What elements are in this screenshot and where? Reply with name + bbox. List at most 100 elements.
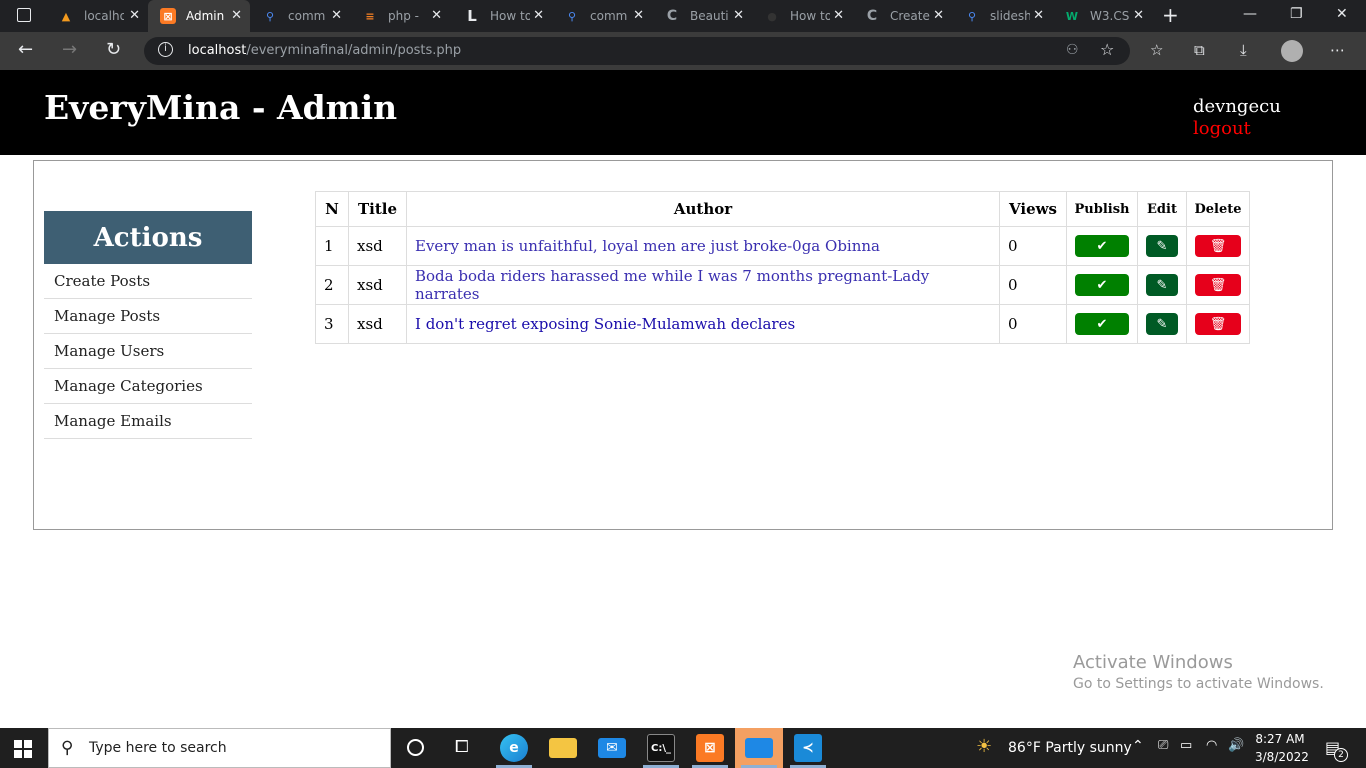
windows-start-icon[interactable] (14, 740, 32, 758)
delete-button[interactable]: 🗑 (1195, 313, 1241, 335)
notification-badge: 2 (1334, 748, 1348, 762)
actions-heading: Actions (44, 211, 252, 264)
watermark-title: Activate Windows (1073, 652, 1233, 673)
weather-icon[interactable]: ☀ (976, 736, 992, 757)
delete-button[interactable]: 🗑 (1195, 235, 1241, 257)
pencil-icon: ✎ (1156, 277, 1168, 293)
favorites-icon[interactable]: ☆ (1150, 41, 1163, 59)
chevron-up-icon[interactable]: ⌃ (1132, 738, 1144, 754)
site-info-icon[interactable]: i (158, 42, 173, 57)
task-view-icon[interactable]: ⧠ (455, 737, 469, 757)
c-icon: C (866, 8, 878, 24)
new-tab-icon[interactable]: + (1162, 3, 1179, 27)
check-icon: ✔ (1096, 316, 1108, 332)
close-icon[interactable]: ✕ (231, 8, 242, 23)
close-icon[interactable]: ✕ (331, 8, 342, 23)
username: devngecu (1193, 96, 1281, 117)
col-title: Title (348, 191, 407, 227)
publish-button[interactable]: ✔ (1075, 274, 1129, 296)
reload-icon[interactable]: ↻ (106, 40, 121, 60)
back-icon[interactable]: ← (18, 40, 33, 60)
sidebar-item-create-posts[interactable]: Create Posts (44, 264, 252, 299)
post-link[interactable]: I don't regret exposing Sonie-Mulamwah d… (415, 315, 795, 333)
file-explorer-app[interactable] (539, 728, 587, 768)
tab-actions-icon[interactable] (17, 8, 31, 22)
sidebar-item-manage-categories[interactable]: Manage Categories (44, 369, 252, 404)
close-icon[interactable]: ✕ (533, 8, 544, 23)
row-number: 3 (315, 304, 349, 344)
translate-icon[interactable]: ⚇ (1066, 42, 1079, 58)
mail-app[interactable]: ✉ (588, 728, 636, 768)
terminal-app[interactable]: C:\_ (637, 728, 685, 768)
publish-button[interactable]: ✔ (1075, 235, 1129, 257)
taskbar-search[interactable]: ⚲ Type here to search (48, 728, 391, 768)
weather-text[interactable]: 86°F Partly sunny (1008, 740, 1132, 756)
delete-button[interactable]: 🗑 (1195, 274, 1241, 296)
tab-how-to-1[interactable]: L How to ✕ (452, 0, 552, 32)
clock[interactable]: 8:27 AM 3/8/2022 (1255, 730, 1309, 766)
close-window-icon[interactable]: ✕ (1336, 6, 1348, 22)
page-title: EveryMina - Admin (44, 88, 398, 127)
close-icon[interactable]: ✕ (733, 8, 744, 23)
table-row: 3 xsd I don't regret exposing Sonie-Mula… (315, 304, 1250, 344)
close-icon[interactable]: ✕ (1133, 8, 1144, 23)
post-link[interactable]: Every man is unfaithful, loyal men are j… (415, 237, 880, 255)
close-icon[interactable]: ✕ (933, 8, 944, 23)
edge-icon: e (500, 734, 528, 762)
battery-icon[interactable]: ▭ (1180, 738, 1192, 753)
trash-icon: 🗑 (1209, 277, 1227, 293)
edge-app[interactable]: e (490, 728, 538, 768)
col-publish: Publish (1066, 191, 1138, 227)
close-icon[interactable]: ✕ (633, 8, 644, 23)
tab-beauti[interactable]: C Beauti ✕ (652, 0, 752, 32)
meet-now-icon[interactable]: ⎚ (1158, 738, 1168, 753)
posts-table: N Title Author Views Publish Edit Delete… (315, 191, 1250, 344)
cortana-icon[interactable] (407, 739, 424, 756)
close-icon[interactable]: ✕ (1033, 8, 1044, 23)
collections-icon[interactable]: ⧉ (1194, 41, 1205, 59)
table-row: 1 xsd Every man is unfaithful, loyal men… (315, 226, 1250, 266)
forward-icon[interactable]: → (62, 40, 77, 60)
tab-how-to-2[interactable]: ● How to ✕ (752, 0, 852, 32)
tab-php[interactable]: ≡ php - ✕ (350, 0, 450, 32)
xampp-icon: ⊠ (696, 734, 724, 762)
add-favorite-icon[interactable]: ☆ (1100, 40, 1114, 59)
publish-button[interactable]: ✔ (1075, 313, 1129, 335)
xampp-app[interactable]: ⊠ (686, 728, 734, 768)
logout-link[interactable]: logout (1193, 118, 1251, 139)
vscode-app[interactable]: ≺ (784, 728, 832, 768)
profile-avatar[interactable] (1281, 40, 1303, 62)
minimize-icon[interactable]: — (1243, 6, 1257, 22)
sidebar-item-manage-emails[interactable]: Manage Emails (44, 404, 252, 439)
table-row: 2 xsd Boda boda riders harassed me while… (315, 265, 1250, 305)
check-icon: ✔ (1096, 277, 1108, 293)
edit-button[interactable]: ✎ (1146, 274, 1178, 296)
edit-button[interactable]: ✎ (1146, 235, 1178, 257)
tab-create[interactable]: C Create ✕ (852, 0, 952, 32)
more-options-icon[interactable]: ⋯ (1330, 41, 1345, 59)
tab-w3[interactable]: W W3.CS ✕ (1052, 0, 1152, 32)
restore-icon[interactable]: ❐ (1290, 6, 1303, 22)
tab-localhost[interactable]: ▲ localhost ✕ (46, 0, 148, 32)
sidebar-item-manage-users[interactable]: Manage Users (44, 334, 252, 369)
photos-app[interactable] (735, 728, 783, 768)
tab-admin[interactable]: ⊠ Admin ✕ (148, 0, 250, 32)
sidebar-item-manage-posts[interactable]: Manage Posts (44, 299, 252, 334)
edit-button[interactable]: ✎ (1146, 313, 1178, 335)
tab-slidesh[interactable]: ⚲ slidesh ✕ (952, 0, 1052, 32)
wifi-icon[interactable]: ◠ (1206, 738, 1217, 753)
photos-icon (745, 738, 773, 758)
close-icon[interactable]: ✕ (129, 8, 140, 23)
post-link[interactable]: Boda boda riders harassed me while I was… (415, 267, 929, 303)
pencil-icon: ✎ (1156, 238, 1168, 254)
close-icon[interactable]: ✕ (833, 8, 844, 23)
row-title: xsd (348, 265, 407, 305)
tab-search-comm-2[interactable]: ⚲ comm ✕ (552, 0, 652, 32)
tab-search-comm-1[interactable]: ⚲ comm ✕ (250, 0, 350, 32)
address-bar[interactable]: i localhost/everyminafinal/admin/posts.p… (144, 37, 1130, 65)
volume-icon[interactable]: 🔊 (1228, 738, 1244, 753)
col-edit: Edit (1137, 191, 1187, 227)
row-views: 0 (999, 226, 1067, 266)
downloads-icon[interactable]: ⤓ (1240, 41, 1247, 59)
close-icon[interactable]: ✕ (431, 8, 442, 23)
